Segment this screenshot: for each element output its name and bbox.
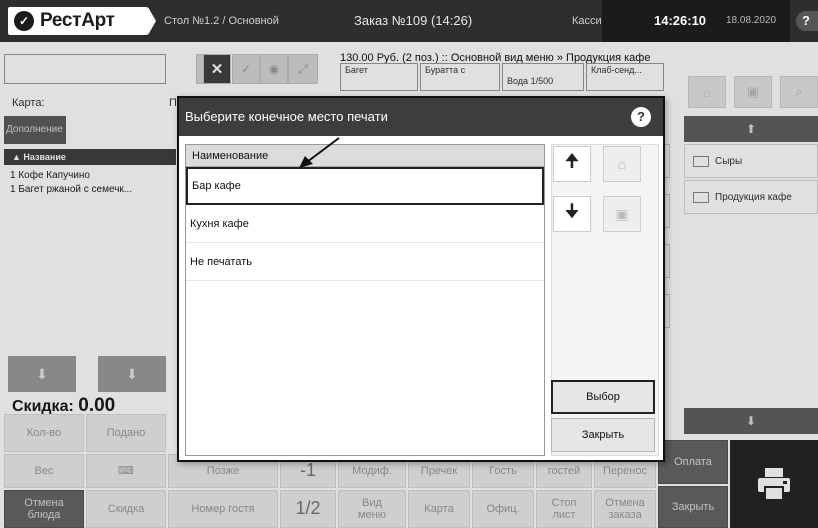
print-destination-dialog: Выберите конечное место печати ? Наимено…: [177, 96, 665, 462]
print-destination-list: Наименование Бар кафе Кухня кафе Не печа…: [185, 144, 545, 456]
logo-arrow-shape: [148, 7, 156, 35]
move-up-button[interactable]: 🠉: [553, 146, 591, 182]
list-header: Наименование: [186, 145, 544, 167]
list-item[interactable]: Не печатать: [186, 243, 544, 281]
table-info[interactable]: Стол №1.2 / Основной: [164, 0, 279, 42]
list-item[interactable]: Кухня кафе: [186, 205, 544, 243]
logo-icon: ✓: [14, 11, 34, 31]
close-button[interactable]: Закрыть: [551, 418, 655, 452]
move-down-button[interactable]: 🠋: [553, 196, 591, 232]
dialog-title: Выберите конечное место печати: [185, 109, 388, 124]
top-bar: ✓ РестАрт Стол №1.2 / Основной Заказ №10…: [0, 0, 818, 42]
select-button[interactable]: Выбор: [551, 380, 655, 414]
folder-icon[interactable]: ▣: [603, 196, 641, 232]
list-item[interactable]: Бар кафе: [186, 167, 544, 205]
help-button[interactable]: ?: [796, 11, 818, 31]
app-logo: ✓ РестАрт: [8, 7, 148, 35]
order-info: Заказ №109 (14:26): [354, 13, 473, 28]
current-date: 18.08.2020: [726, 15, 777, 26]
home-icon[interactable]: ⌂: [603, 146, 641, 182]
dialog-title-bar: Выберите конечное место печати ?: [179, 98, 663, 136]
pointer-arrow-icon: [299, 137, 340, 168]
dialog-help-button[interactable]: ?: [631, 107, 651, 127]
app-name: РестАрт: [40, 10, 115, 31]
current-time: 14:26:10: [654, 13, 707, 28]
